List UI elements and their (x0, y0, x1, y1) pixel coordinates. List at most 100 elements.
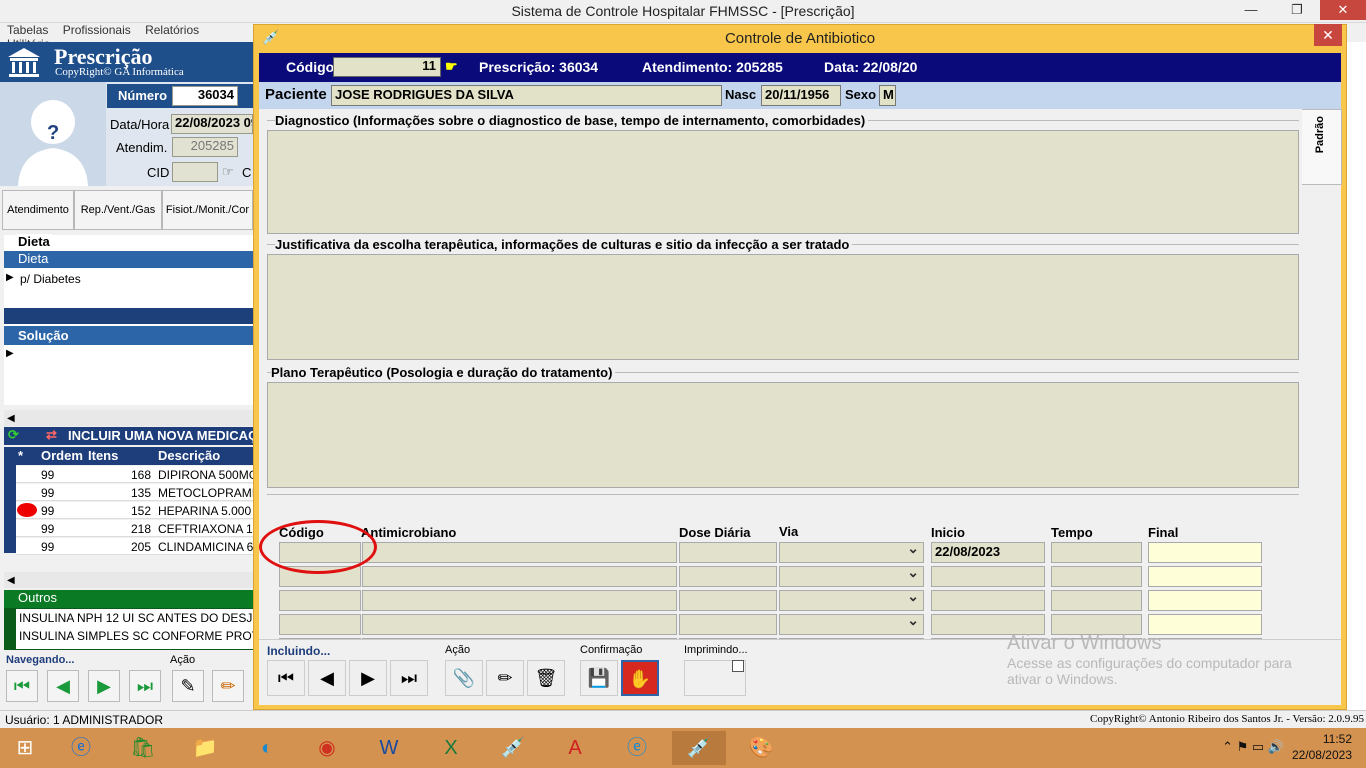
table-row[interactable]: 99 218 CEFTRIAXONA 1 (16, 520, 253, 537)
cell-final[interactable] (1148, 590, 1262, 611)
grid-header-dose: Dose Diária (679, 525, 751, 540)
scrollbar-h2[interactable]: ◀ (4, 572, 253, 588)
menu-relatorios[interactable]: Relatórios (145, 23, 199, 37)
word-icon[interactable]: W (362, 731, 416, 765)
ie-icon[interactable]: ⓔ (54, 731, 108, 765)
system-tray[interactable]: ⌃ ⚑ ▭ 🔊 (1222, 739, 1284, 755)
diagnostico-title: Diagnostico (Informações sobre o diagnos… (275, 113, 869, 128)
cell-dose[interactable] (679, 614, 777, 635)
syringe-app-active-icon[interactable]: 💉 (672, 731, 726, 765)
refresh-icon[interactable]: ⟳ (8, 427, 19, 443)
cell-inicio[interactable]: 22/08/2023 (931, 542, 1045, 563)
tab-fisiot-monit[interactable]: Fisiot./Monit./Cor (162, 190, 253, 230)
store-icon[interactable]: 🛍 (116, 731, 170, 765)
cell-inicio[interactable] (931, 590, 1045, 611)
scrollbar-h[interactable]: ◀ (4, 410, 253, 426)
numero-field[interactable]: 36034 (172, 86, 238, 106)
edit-button[interactable]: ✏ (212, 670, 244, 702)
close-button[interactable]: ✕ (1320, 0, 1366, 20)
codigo-lookup-icon[interactable]: ☛ (445, 58, 458, 75)
menu-tabelas[interactable]: Tabelas (7, 23, 48, 37)
cell-antimicrobiano[interactable] (362, 614, 677, 635)
cell-via-select[interactable] (779, 588, 924, 611)
cell-tempo[interactable] (1051, 566, 1142, 587)
prev-button[interactable]: ◀ (308, 660, 346, 696)
cell-codigo[interactable] (279, 590, 361, 611)
next-record-button[interactable]: ▶ (88, 670, 120, 702)
attach-button[interactable]: ✎ (172, 670, 204, 702)
table-row[interactable]: 99 135 METOCLOPRAMI (16, 484, 255, 501)
justificativa-textarea[interactable] (267, 254, 1299, 360)
first-record-button[interactable]: ⏮ (6, 670, 38, 702)
cell-dose[interactable] (679, 590, 777, 611)
paciente-label: Paciente (265, 86, 327, 103)
sexo-field[interactable]: M (879, 85, 896, 106)
data-info: Data: 22/08/20 (824, 59, 918, 75)
sexo-label: Sexo (845, 87, 877, 102)
plano-textarea[interactable] (267, 382, 1299, 488)
last-record-button[interactable]: ⏭ (129, 670, 161, 702)
right-edge (1347, 42, 1366, 710)
datahora-field[interactable]: 22/08/2023 09 (171, 114, 253, 134)
add-med-icon[interactable]: ⇄ (46, 427, 57, 443)
print-checkbox[interactable] (732, 660, 744, 672)
cid-field[interactable] (172, 162, 218, 182)
codigo-field[interactable]: 11 (333, 57, 441, 77)
explorer-icon[interactable]: 📁 (178, 731, 232, 765)
prev-record-button[interactable]: ◀ (47, 670, 79, 702)
pdf-icon[interactable]: A (548, 731, 602, 765)
tab-padrao[interactable]: Padrão (1302, 109, 1342, 185)
cell-tempo[interactable] (1051, 590, 1142, 611)
clock[interactable]: 11:52 22/08/2023 (1292, 731, 1352, 763)
start-button[interactable]: ⊞ (0, 731, 50, 765)
menu-profissionais[interactable]: Profissionais (63, 23, 131, 37)
cell-via-select[interactable] (779, 612, 924, 635)
cell-dose[interactable] (679, 542, 777, 563)
cancel-stop-button[interactable]: ✋ (621, 660, 659, 696)
left-tabs: Atendimento Rep./Vent./Gas Fisiot./Monit… (0, 190, 253, 230)
status-user: Usuário: 1 ADMINISTRADOR (5, 713, 164, 727)
next-button[interactable]: ▶ (349, 660, 387, 696)
table-row[interactable]: 99 205 CLINDAMICINA 6 (16, 538, 253, 555)
syringe-app-icon[interactable]: 💉 (486, 731, 540, 765)
cell-final[interactable] (1148, 542, 1262, 563)
cell-via-select[interactable] (779, 564, 924, 587)
cell-final[interactable] (1148, 566, 1262, 587)
paint-icon[interactable]: 🎨 (734, 731, 788, 765)
cell-codigo[interactable] (279, 614, 361, 635)
cid-lookup-icon[interactable]: ☞ (222, 164, 234, 180)
table-row[interactable]: 99 152 HEPARINA 5.000 (16, 502, 253, 519)
first-button[interactable]: ⏮ (267, 660, 305, 696)
nasc-field[interactable]: 20/11/1956 (761, 85, 841, 106)
chrome-icon[interactable]: ◉ (300, 731, 354, 765)
trash-button[interactable]: 🗑 (527, 660, 565, 696)
table-row[interactable]: 99 168 DIPIRONA 500MG (16, 466, 258, 483)
dieta-item[interactable]: p/ Diabetes (20, 272, 81, 286)
paciente-field[interactable]: JOSE RODRIGUES DA SILVA (331, 85, 722, 106)
tab-atendimento[interactable]: Atendimento (2, 190, 74, 230)
save-button[interactable]: 💾 (580, 660, 618, 696)
last-button[interactable]: ⏭ (390, 660, 428, 696)
diagnostico-textarea[interactable] (267, 130, 1299, 234)
add-med-label[interactable]: INCLUIR UMA NOVA MEDICAÇ (68, 428, 257, 443)
edit-pencil-button[interactable]: ✏ (486, 660, 524, 696)
outros-item-2[interactable]: INSULINA SIMPLES SC CONFORME PROT (19, 629, 253, 643)
cell-tempo[interactable] (1051, 542, 1142, 563)
minimize-button[interactable]: — (1228, 0, 1274, 20)
cell-via-select[interactable] (779, 540, 924, 563)
excel-icon[interactable]: X (424, 731, 478, 765)
cell-antimicrobiano[interactable] (362, 566, 677, 587)
tab-rep-vent-gas[interactable]: Rep./Vent./Gas (74, 190, 162, 230)
attach-icon-button[interactable]: 📎 (445, 660, 483, 696)
dialog-close-button[interactable]: ✕ (1314, 24, 1342, 46)
edge-icon[interactable]: ◐ (240, 731, 294, 765)
e-app-icon[interactable]: ⓔ (610, 731, 664, 765)
atendimento-info: Atendimento: 205285 (642, 59, 783, 75)
cell-inicio[interactable] (931, 566, 1045, 587)
atendim-field[interactable]: 205285 (172, 137, 238, 157)
cell-dose[interactable] (679, 566, 777, 587)
maximize-button[interactable]: ❐ (1274, 0, 1320, 20)
outros-item-1[interactable]: INSULINA NPH 12 UI SC ANTES DO DESJ (19, 611, 253, 625)
cell-antimicrobiano[interactable] (362, 590, 677, 611)
cell-antimicrobiano[interactable] (362, 542, 677, 563)
